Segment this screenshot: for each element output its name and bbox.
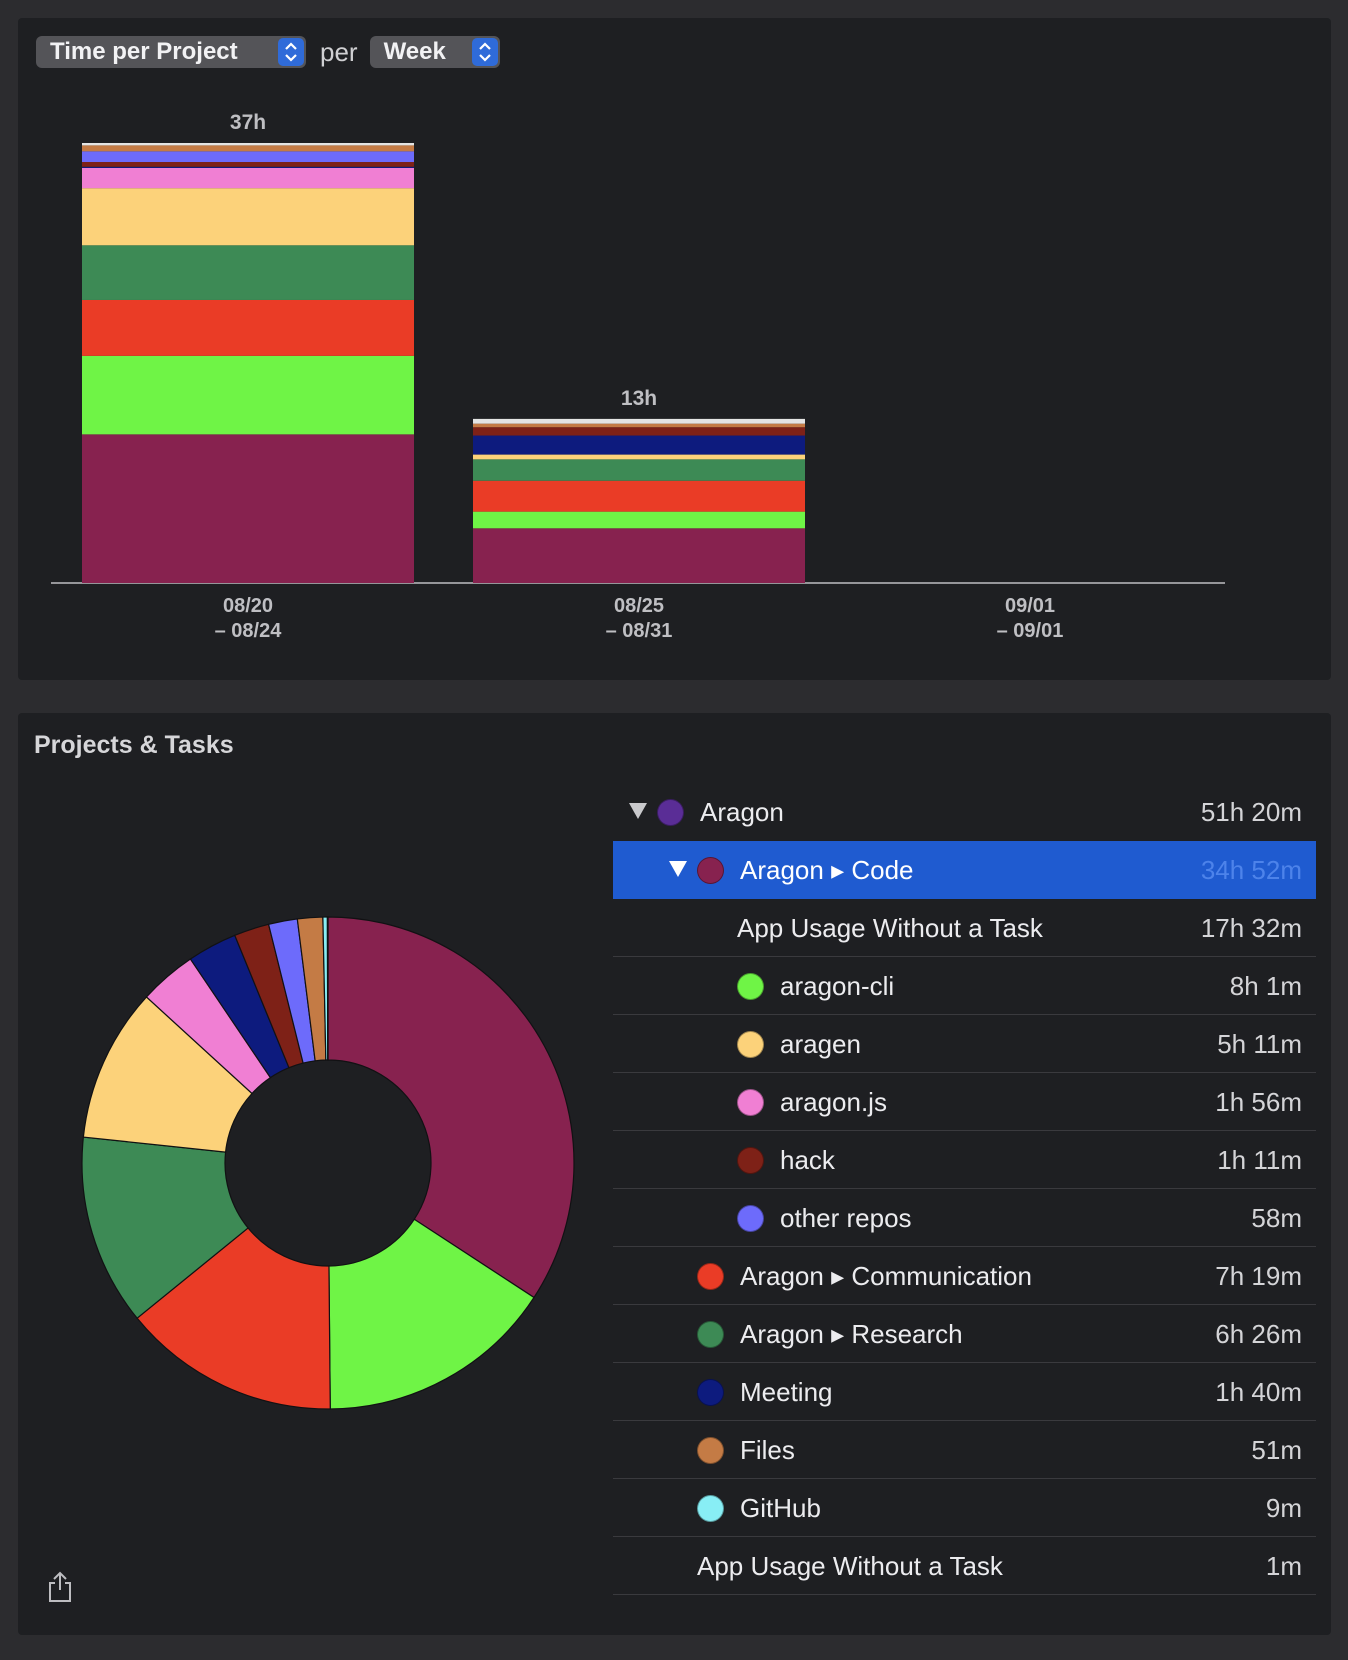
tree-row[interactable]: Aragon ▸ Communication 7h 19m	[613, 1247, 1316, 1305]
bar-segment[interactable]	[82, 299, 414, 356]
bar-total-label: 13h	[621, 387, 657, 410]
tree-row-duration: 1h 11m	[1217, 1145, 1302, 1175]
tree-row[interactable]: Aragon 51h 20m	[613, 783, 1316, 841]
color-dot-icon	[737, 1089, 764, 1116]
color-dot-icon	[697, 857, 724, 884]
color-dot-icon	[697, 1263, 724, 1290]
donut-slice[interactable]	[327, 916, 575, 1299]
tree-row-duration: 8h 1m	[1229, 971, 1302, 1001]
color-dot-icon	[697, 1495, 724, 1522]
tree-row[interactable]: Files 51m	[613, 1421, 1316, 1479]
stacked-bar-chart: 37h 08/20 – 08/24 13h 08/25 – 08/31 09/01 – 09/…	[51, 111, 1225, 642]
tree-row-duration: 1h 40m	[1215, 1377, 1302, 1407]
donut-slice[interactable]	[326, 916, 329, 1061]
tree-row-duration: 1h 56m	[1215, 1087, 1302, 1117]
tree-row-duration: 34h 52m	[1200, 855, 1302, 885]
chart-panel: Time per Project per Week 37h 08/20– 08/2…	[18, 18, 1331, 680]
tree-row-label: Aragon ▸ Research	[740, 1319, 963, 1349]
tree-row-duration: 17h 32m	[1200, 913, 1302, 943]
x-tick-label: – 08/24	[215, 620, 283, 642]
bar-segment[interactable]	[473, 423, 805, 428]
x-tick-label: 08/20	[223, 595, 273, 617]
tree-row[interactable]: Aragon ▸ Code 34h 52m	[613, 841, 1316, 899]
tree-row-duration: 6h 26m	[1215, 1319, 1302, 1349]
tree-row[interactable]: aragon.js 1h 56m	[613, 1073, 1316, 1131]
tree-row[interactable]: Meeting 1h 40m	[613, 1363, 1316, 1421]
bar-segment[interactable]	[82, 166, 414, 168]
tree-row-label: hack	[780, 1145, 835, 1175]
tree-row[interactable]: hack 1h 11m	[613, 1131, 1316, 1189]
tree-row-label: Aragon	[700, 797, 784, 827]
bar-segment[interactable]	[82, 434, 414, 583]
bar-segment[interactable]	[82, 151, 414, 163]
bar-segment[interactable]	[82, 143, 414, 146]
x-tick-label: 09/01	[1005, 595, 1055, 617]
bar-segment[interactable]	[473, 427, 805, 436]
bar-segment[interactable]	[473, 528, 805, 583]
tree-row-label: aragen	[780, 1029, 861, 1059]
bar-total-label: 37h	[230, 111, 266, 134]
color-dot-icon	[737, 1205, 764, 1232]
tree-row[interactable]: aragon-cli 8h 1m	[613, 957, 1316, 1015]
bar-segment[interactable]	[473, 454, 805, 460]
bar-segment[interactable]	[473, 480, 805, 512]
color-dot-icon	[697, 1437, 724, 1464]
tree-row-duration: 51h 20m	[1200, 797, 1302, 827]
tree-row-label: Files	[740, 1435, 795, 1465]
color-dot-icon	[737, 973, 764, 1000]
bar-segment[interactable]	[82, 245, 414, 300]
color-dot-icon	[697, 1321, 724, 1348]
color-dot-icon	[737, 1031, 764, 1058]
bar-segment[interactable]	[82, 167, 414, 189]
tree-row[interactable]: App Usage Without a Task 17h 32m	[613, 899, 1316, 957]
tree-row-label: App Usage Without a Task	[697, 1551, 1003, 1581]
tree-row-label: Aragon ▸ Code	[740, 855, 914, 885]
tree-row-duration: 58m	[1251, 1203, 1302, 1233]
bar-segment[interactable]	[82, 145, 414, 152]
bar-segment[interactable]	[82, 162, 414, 167]
tree-row[interactable]: App Usage Without a Task 1m	[613, 1537, 1316, 1595]
bar-segment[interactable]	[82, 188, 414, 246]
tree-row-label: Meeting	[740, 1377, 833, 1407]
bar-segment[interactable]	[473, 459, 805, 481]
tree-row-duration: 9m	[1265, 1493, 1302, 1523]
donut-chart	[81, 916, 575, 1410]
tree-row-duration: 51m	[1251, 1435, 1302, 1465]
tree-row-duration: 1m	[1265, 1551, 1302, 1581]
disclosure-triangle-icon[interactable]	[669, 861, 687, 877]
tree-row-label: GitHub	[740, 1493, 821, 1523]
tree-row[interactable]: aragen 5h 11m	[613, 1015, 1316, 1073]
panel-title: Projects & Tasks	[34, 731, 234, 759]
color-dot-icon	[657, 799, 684, 826]
share-icon[interactable]	[46, 1570, 74, 1604]
bar-segment[interactable]	[473, 511, 805, 529]
tree-row-duration: 7h 19m	[1215, 1261, 1302, 1291]
tree-row-duration: 5h 11m	[1217, 1029, 1302, 1059]
x-tick-label: – 08/31	[606, 620, 673, 642]
color-dot-icon	[737, 1147, 764, 1174]
tree-row-label: aragon.js	[780, 1087, 887, 1117]
bar-segment[interactable]	[473, 435, 805, 455]
project-tree: Aragon 51h 20m Aragon ▸ Code 34h 52m App Usa…	[613, 783, 1316, 1595]
bar-segment[interactable]	[473, 418, 805, 424]
tree-row-label: aragon-cli	[780, 971, 895, 1001]
tree-row-label: Aragon ▸ Communication	[740, 1261, 1032, 1291]
tree-row-label: other repos	[780, 1203, 912, 1233]
disclosure-triangle-icon[interactable]	[629, 803, 647, 819]
x-tick-label: – 09/01	[997, 620, 1064, 642]
x-tick-label: 08/25	[614, 595, 664, 617]
tree-row[interactable]: other repos 58m	[613, 1189, 1316, 1247]
bar-segment[interactable]	[82, 355, 414, 435]
tree-row[interactable]: Aragon ▸ Research 6h 26m	[613, 1305, 1316, 1363]
projects-panel: Projects & Tasks Aragon 51h 20m Aragon ▸ C…	[18, 713, 1331, 1635]
tree-row[interactable]: GitHub 9m	[613, 1479, 1316, 1537]
color-dot-icon	[697, 1379, 724, 1406]
tree-row-label: App Usage Without a Task	[737, 913, 1043, 943]
